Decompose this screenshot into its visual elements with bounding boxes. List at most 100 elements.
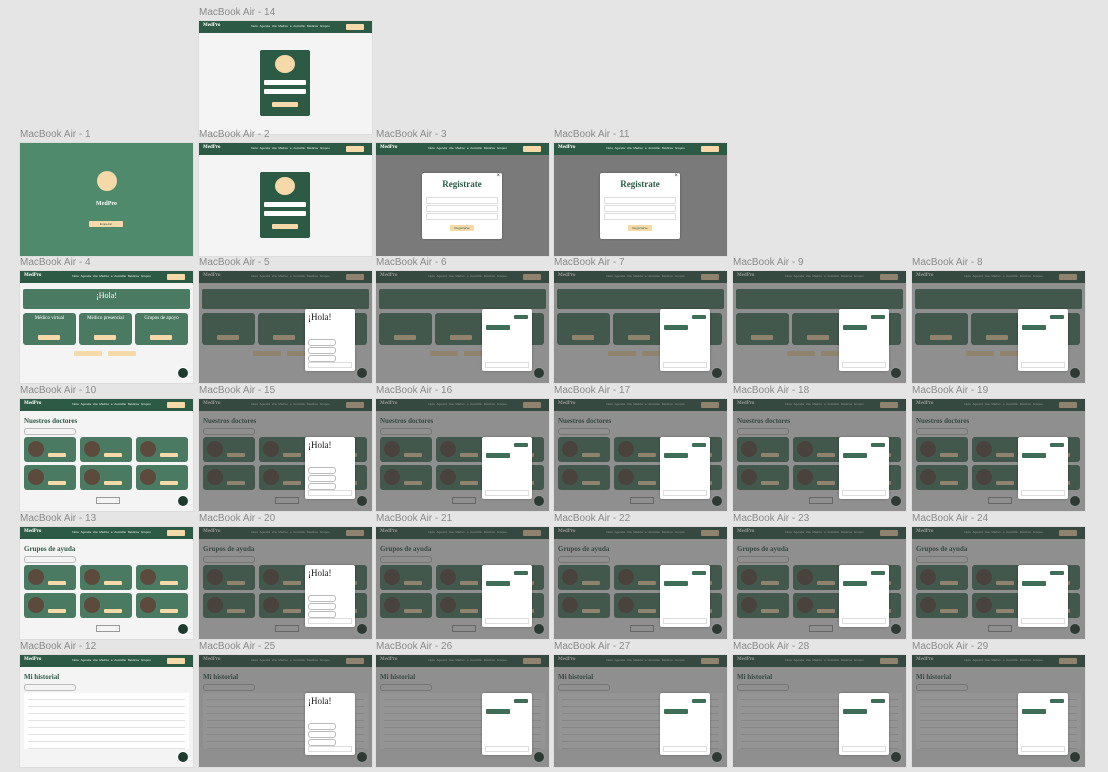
- chat-input[interactable]: [1021, 746, 1065, 752]
- card-button[interactable]: [48, 453, 66, 457]
- card-button[interactable]: [104, 481, 122, 485]
- chat-input[interactable]: [485, 618, 529, 624]
- chat-option[interactable]: [308, 467, 336, 474]
- login-input[interactable]: [264, 89, 306, 94]
- chat-option[interactable]: [308, 723, 336, 730]
- chat-option[interactable]: [308, 731, 336, 738]
- chat-input[interactable]: [308, 490, 352, 496]
- nav-links[interactable]: Inicio Agenda cita Médico a domicilio Mé…: [72, 530, 151, 534]
- chat-input[interactable]: [842, 618, 886, 624]
- profile-button[interactable]: [167, 530, 185, 536]
- login-button[interactable]: [272, 102, 298, 107]
- chat-input[interactable]: [842, 362, 886, 368]
- profile-button[interactable]: [701, 146, 719, 152]
- card-button[interactable]: [48, 481, 66, 485]
- chat-option[interactable]: [308, 611, 336, 618]
- login-button[interactable]: [272, 224, 298, 229]
- card-button[interactable]: [48, 609, 66, 613]
- profile-button[interactable]: [346, 24, 364, 30]
- chat-input[interactable]: [842, 746, 886, 752]
- chat-option[interactable]: [308, 339, 336, 346]
- group-card[interactable]: [80, 593, 132, 618]
- chat-fab-icon[interactable]: [177, 367, 189, 379]
- chat-input[interactable]: [1021, 618, 1065, 624]
- group-card[interactable]: [24, 593, 76, 618]
- register-input[interactable]: [604, 197, 676, 204]
- chat-input[interactable]: [842, 490, 886, 496]
- card-button[interactable]: [104, 609, 122, 613]
- service-card[interactable]: Grupos de apoyo: [135, 313, 188, 345]
- brand-logo[interactable]: MedPro: [24, 657, 41, 662]
- brand-logo[interactable]: MedPro: [203, 145, 220, 150]
- search-input[interactable]: [24, 428, 76, 435]
- chat-input[interactable]: [308, 362, 352, 368]
- doctor-card[interactable]: [24, 437, 76, 462]
- card-button[interactable]: [160, 581, 178, 585]
- group-card[interactable]: [136, 565, 188, 590]
- doctor-card[interactable]: [80, 437, 132, 462]
- profile-button[interactable]: [523, 146, 541, 152]
- register-input[interactable]: [426, 213, 498, 220]
- doctor-card[interactable]: [24, 465, 76, 490]
- chat-fab-icon[interactable]: [177, 495, 189, 507]
- nav-links[interactable]: Inicio Agenda cita Médico a domicilio Mé…: [251, 146, 330, 150]
- group-card[interactable]: [80, 565, 132, 590]
- chat-option[interactable]: [308, 347, 336, 354]
- nav-links[interactable]: Inicio Agenda cita Médico a domicilio Mé…: [72, 274, 151, 278]
- login-input[interactable]: [264, 80, 306, 85]
- brand-logo[interactable]: MedPro: [203, 23, 220, 28]
- brand-logo[interactable]: MedPro: [380, 145, 397, 150]
- home-action-button[interactable]: [74, 351, 102, 356]
- chat-option[interactable]: [308, 355, 336, 362]
- profile-button[interactable]: [167, 658, 185, 664]
- nav-links[interactable]: Inicio Agenda cita Médico a domicilio Mé…: [428, 146, 507, 150]
- card-button[interactable]: [160, 453, 178, 457]
- nav-links[interactable]: Inicio Agenda cita Médico a domicilio Mé…: [72, 658, 151, 662]
- chat-input[interactable]: [1021, 362, 1065, 368]
- card-button[interactable]: [160, 481, 178, 485]
- login-input[interactable]: [264, 211, 306, 216]
- service-card[interactable]: Médico virtual: [23, 313, 76, 345]
- close-icon[interactable]: ×: [674, 173, 678, 179]
- register-input[interactable]: [426, 197, 498, 204]
- pagination[interactable]: [96, 497, 120, 504]
- brand-logo[interactable]: MedPro: [24, 273, 41, 278]
- profile-button[interactable]: [167, 274, 185, 280]
- brand-logo[interactable]: MedPro: [558, 145, 575, 150]
- doctor-card[interactable]: [136, 437, 188, 462]
- register-button[interactable]: Registrarse: [450, 225, 474, 231]
- doctor-card[interactable]: [80, 465, 132, 490]
- profile-button[interactable]: [346, 146, 364, 152]
- register-button[interactable]: Registrarse: [628, 225, 652, 231]
- card-button[interactable]: [104, 453, 122, 457]
- nav-links[interactable]: Inicio Agenda cita Médico a domicilio Mé…: [606, 146, 685, 150]
- card-button[interactable]: [104, 581, 122, 585]
- chat-option[interactable]: [308, 595, 336, 602]
- chat-input[interactable]: [308, 746, 352, 752]
- brand-logo[interactable]: MedPro: [24, 529, 41, 534]
- chat-option[interactable]: [308, 739, 336, 746]
- service-card[interactable]: Médico presencial: [79, 313, 132, 345]
- service-card-button[interactable]: [150, 335, 172, 340]
- register-input[interactable]: [604, 213, 676, 220]
- register-input[interactable]: [426, 205, 498, 212]
- chat-input[interactable]: [1021, 490, 1065, 496]
- service-card-button[interactable]: [38, 335, 60, 340]
- pagination[interactable]: [96, 625, 120, 632]
- chat-input[interactable]: [663, 490, 707, 496]
- profile-button[interactable]: [167, 402, 185, 408]
- close-icon[interactable]: ×: [496, 173, 500, 179]
- chat-option[interactable]: [308, 475, 336, 482]
- search-input[interactable]: [24, 556, 76, 563]
- chat-input[interactable]: [485, 746, 529, 752]
- service-card-button[interactable]: [94, 335, 116, 340]
- group-card[interactable]: [136, 593, 188, 618]
- chat-fab-icon[interactable]: [177, 623, 189, 635]
- chat-input[interactable]: [485, 362, 529, 368]
- chat-fab-icon[interactable]: [177, 751, 189, 763]
- chat-input[interactable]: [485, 490, 529, 496]
- doctor-card[interactable]: [136, 465, 188, 490]
- chat-input[interactable]: [663, 618, 707, 624]
- group-card[interactable]: [24, 565, 76, 590]
- register-input[interactable]: [604, 205, 676, 212]
